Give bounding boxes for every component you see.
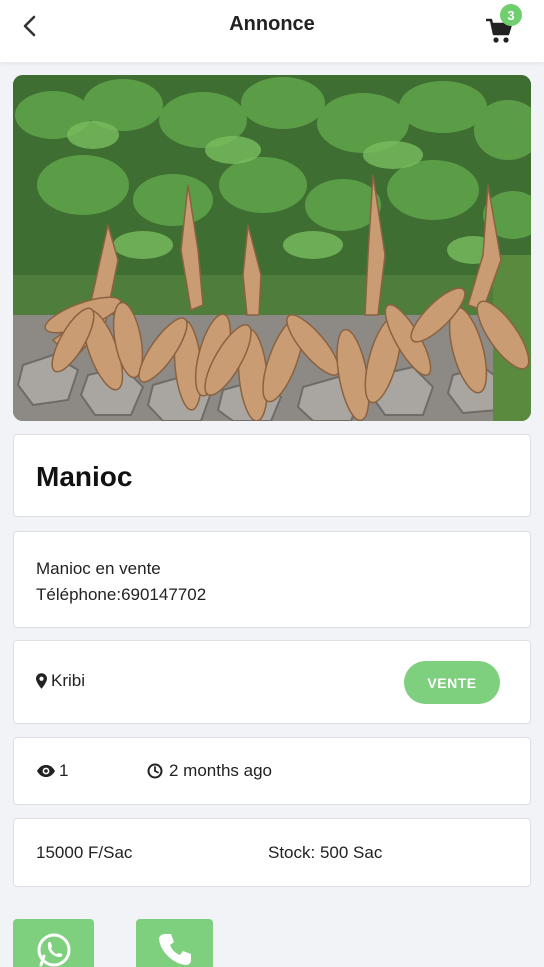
- product-description: Manioc en vente Téléphone:690147702: [36, 556, 206, 608]
- page-title: Annonce: [229, 13, 315, 35]
- description-line-1: Manioc en vente: [36, 559, 161, 578]
- price-card: 15000 F/Sac Stock: 500 Sac: [13, 818, 531, 887]
- stats-card: 1 2 months ago: [13, 737, 531, 805]
- title-card: Manioc: [13, 434, 531, 517]
- stock: Stock: 500 Sac: [268, 843, 383, 862]
- posted-time-value: 2 months ago: [169, 761, 273, 780]
- location-label: Kribi: [51, 671, 86, 690]
- app-header: Annonce 3: [0, 0, 544, 62]
- location: Kribi: [36, 671, 85, 691]
- price: 15000 F/Sac: [36, 843, 133, 862]
- product-photo: [13, 75, 531, 421]
- product-name: Manioc: [36, 461, 133, 492]
- phone-icon: [158, 934, 191, 965]
- eye-icon: [37, 765, 55, 777]
- whatsapp-icon: [37, 933, 70, 967]
- view-count: 1: [36, 761, 68, 781]
- description-line-2: Téléphone:690147702: [36, 585, 207, 604]
- location-card: Kribi VENTE: [13, 640, 531, 724]
- posted-time: 2 months ago: [147, 761, 272, 781]
- cart-count-badge: 3: [500, 4, 522, 26]
- map-marker-icon: [36, 673, 47, 689]
- whatsapp-button[interactable]: [13, 919, 94, 967]
- cart-button[interactable]: 3: [484, 4, 522, 44]
- call-button[interactable]: [136, 919, 213, 967]
- view-count-value: 1: [59, 761, 69, 780]
- listing-type-badge[interactable]: VENTE: [404, 661, 500, 704]
- clock-icon: [147, 763, 163, 779]
- description-card: Manioc en vente Téléphone:690147702: [13, 531, 531, 628]
